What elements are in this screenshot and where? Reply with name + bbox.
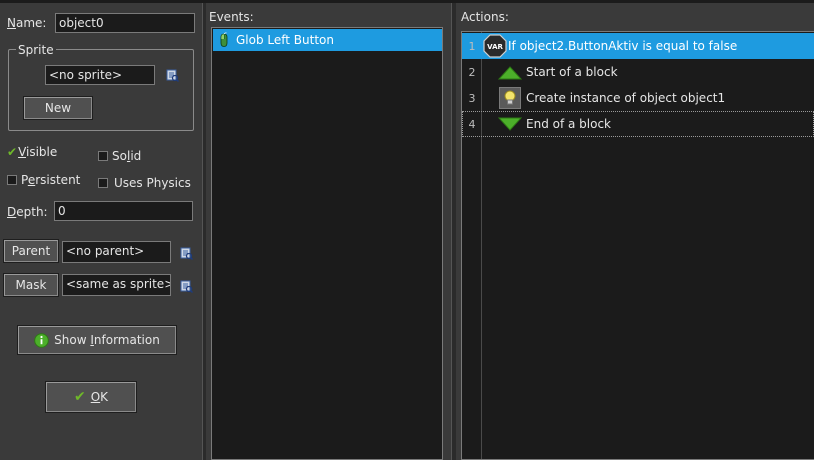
row-number: 4 bbox=[468, 117, 476, 131]
checkmark-icon: ✔ bbox=[7, 145, 18, 159]
action-row[interactable]: 3 Create instance of object object1 bbox=[462, 85, 814, 111]
show-information-button[interactable]: Show Information bbox=[18, 326, 176, 354]
visible-label: Visible bbox=[18, 145, 58, 159]
uses-physics-checkbox-row[interactable]: Uses Physics bbox=[98, 176, 191, 190]
actions-list[interactable]: 1 VAR If object2.ButtonAktiv is equal to… bbox=[461, 31, 814, 460]
show-information-label: Show Information bbox=[54, 333, 160, 347]
depth-label: Depth: bbox=[7, 205, 48, 219]
parent-browse-icon[interactable] bbox=[180, 247, 193, 260]
mouse-icon bbox=[220, 32, 228, 47]
persistent-checkbox-row[interactable]: Persistent bbox=[7, 173, 80, 187]
sprite-group-title: Sprite bbox=[16, 43, 56, 57]
row-number: 1 bbox=[468, 39, 476, 53]
ok-button[interactable]: ✔ OK bbox=[46, 382, 136, 412]
object-properties-panel: Name: object0 Sprite <no sprite> New ✔ V… bbox=[0, 3, 202, 460]
solid-label: Solid bbox=[112, 149, 142, 163]
name-field[interactable]: object0 bbox=[55, 13, 195, 33]
event-item-glob-left-button[interactable]: Glob Left Button bbox=[213, 29, 442, 51]
new-sprite-button-frame: New bbox=[23, 96, 93, 120]
actions-header: Actions: bbox=[461, 10, 509, 24]
show-information-button-frame: Show Information bbox=[17, 325, 177, 355]
parent-button-frame: Parent bbox=[3, 239, 59, 263]
mask-browse-icon[interactable] bbox=[180, 280, 193, 293]
uses-physics-checkbox[interactable] bbox=[98, 178, 108, 188]
events-list[interactable]: Glob Left Button bbox=[211, 27, 443, 460]
persistent-label: Persistent bbox=[21, 173, 81, 187]
events-header: Events: bbox=[209, 10, 254, 24]
info-icon bbox=[34, 332, 49, 348]
action-text: If object2.ButtonAktiv is equal to false bbox=[508, 39, 738, 53]
uses-physics-label: Uses Physics bbox=[114, 176, 191, 190]
depth-field[interactable]: 0 bbox=[54, 201, 193, 221]
create-instance-icon bbox=[497, 86, 523, 110]
name-label: Name: bbox=[7, 16, 47, 30]
event-item-label: Glob Left Button bbox=[236, 33, 334, 47]
row-number: 2 bbox=[468, 65, 476, 79]
action-row[interactable]: 4 End of a block bbox=[462, 111, 814, 137]
action-text: End of a block bbox=[526, 117, 612, 131]
ok-label: OK bbox=[90, 390, 109, 404]
sprite-field[interactable]: <no sprite> bbox=[45, 65, 155, 85]
mask-button-frame: Mask bbox=[3, 273, 59, 297]
solid-checkbox[interactable] bbox=[98, 151, 108, 161]
new-sprite-button[interactable]: New bbox=[24, 97, 92, 119]
persistent-checkbox[interactable] bbox=[7, 175, 17, 185]
action-text: Create instance of object object1 bbox=[526, 91, 726, 105]
var-icon: VAR bbox=[482, 34, 508, 58]
row-number: 3 bbox=[468, 91, 476, 105]
block-start-icon bbox=[497, 60, 523, 84]
parent-button[interactable]: Parent bbox=[4, 240, 58, 262]
parent-field[interactable]: <no parent> bbox=[62, 241, 171, 263]
visible-checkbox-row[interactable]: ✔ Visible bbox=[7, 145, 57, 159]
solid-checkbox-row[interactable]: Solid bbox=[98, 149, 141, 163]
block-end-icon bbox=[497, 112, 523, 136]
action-row[interactable]: 2 Start of a block bbox=[462, 59, 814, 85]
checkmark-icon: ✔ bbox=[73, 389, 86, 405]
action-row[interactable]: 1 VAR If object2.ButtonAktiv is equal to… bbox=[462, 33, 814, 59]
svg-text:VAR: VAR bbox=[487, 43, 503, 51]
mask-field[interactable]: <same as sprite> bbox=[62, 274, 171, 296]
mask-button[interactable]: Mask bbox=[4, 274, 58, 296]
action-text: Start of a block bbox=[526, 65, 618, 79]
sprite-browse-icon[interactable] bbox=[166, 69, 179, 82]
ok-button-frame: ✔ OK bbox=[45, 381, 137, 413]
